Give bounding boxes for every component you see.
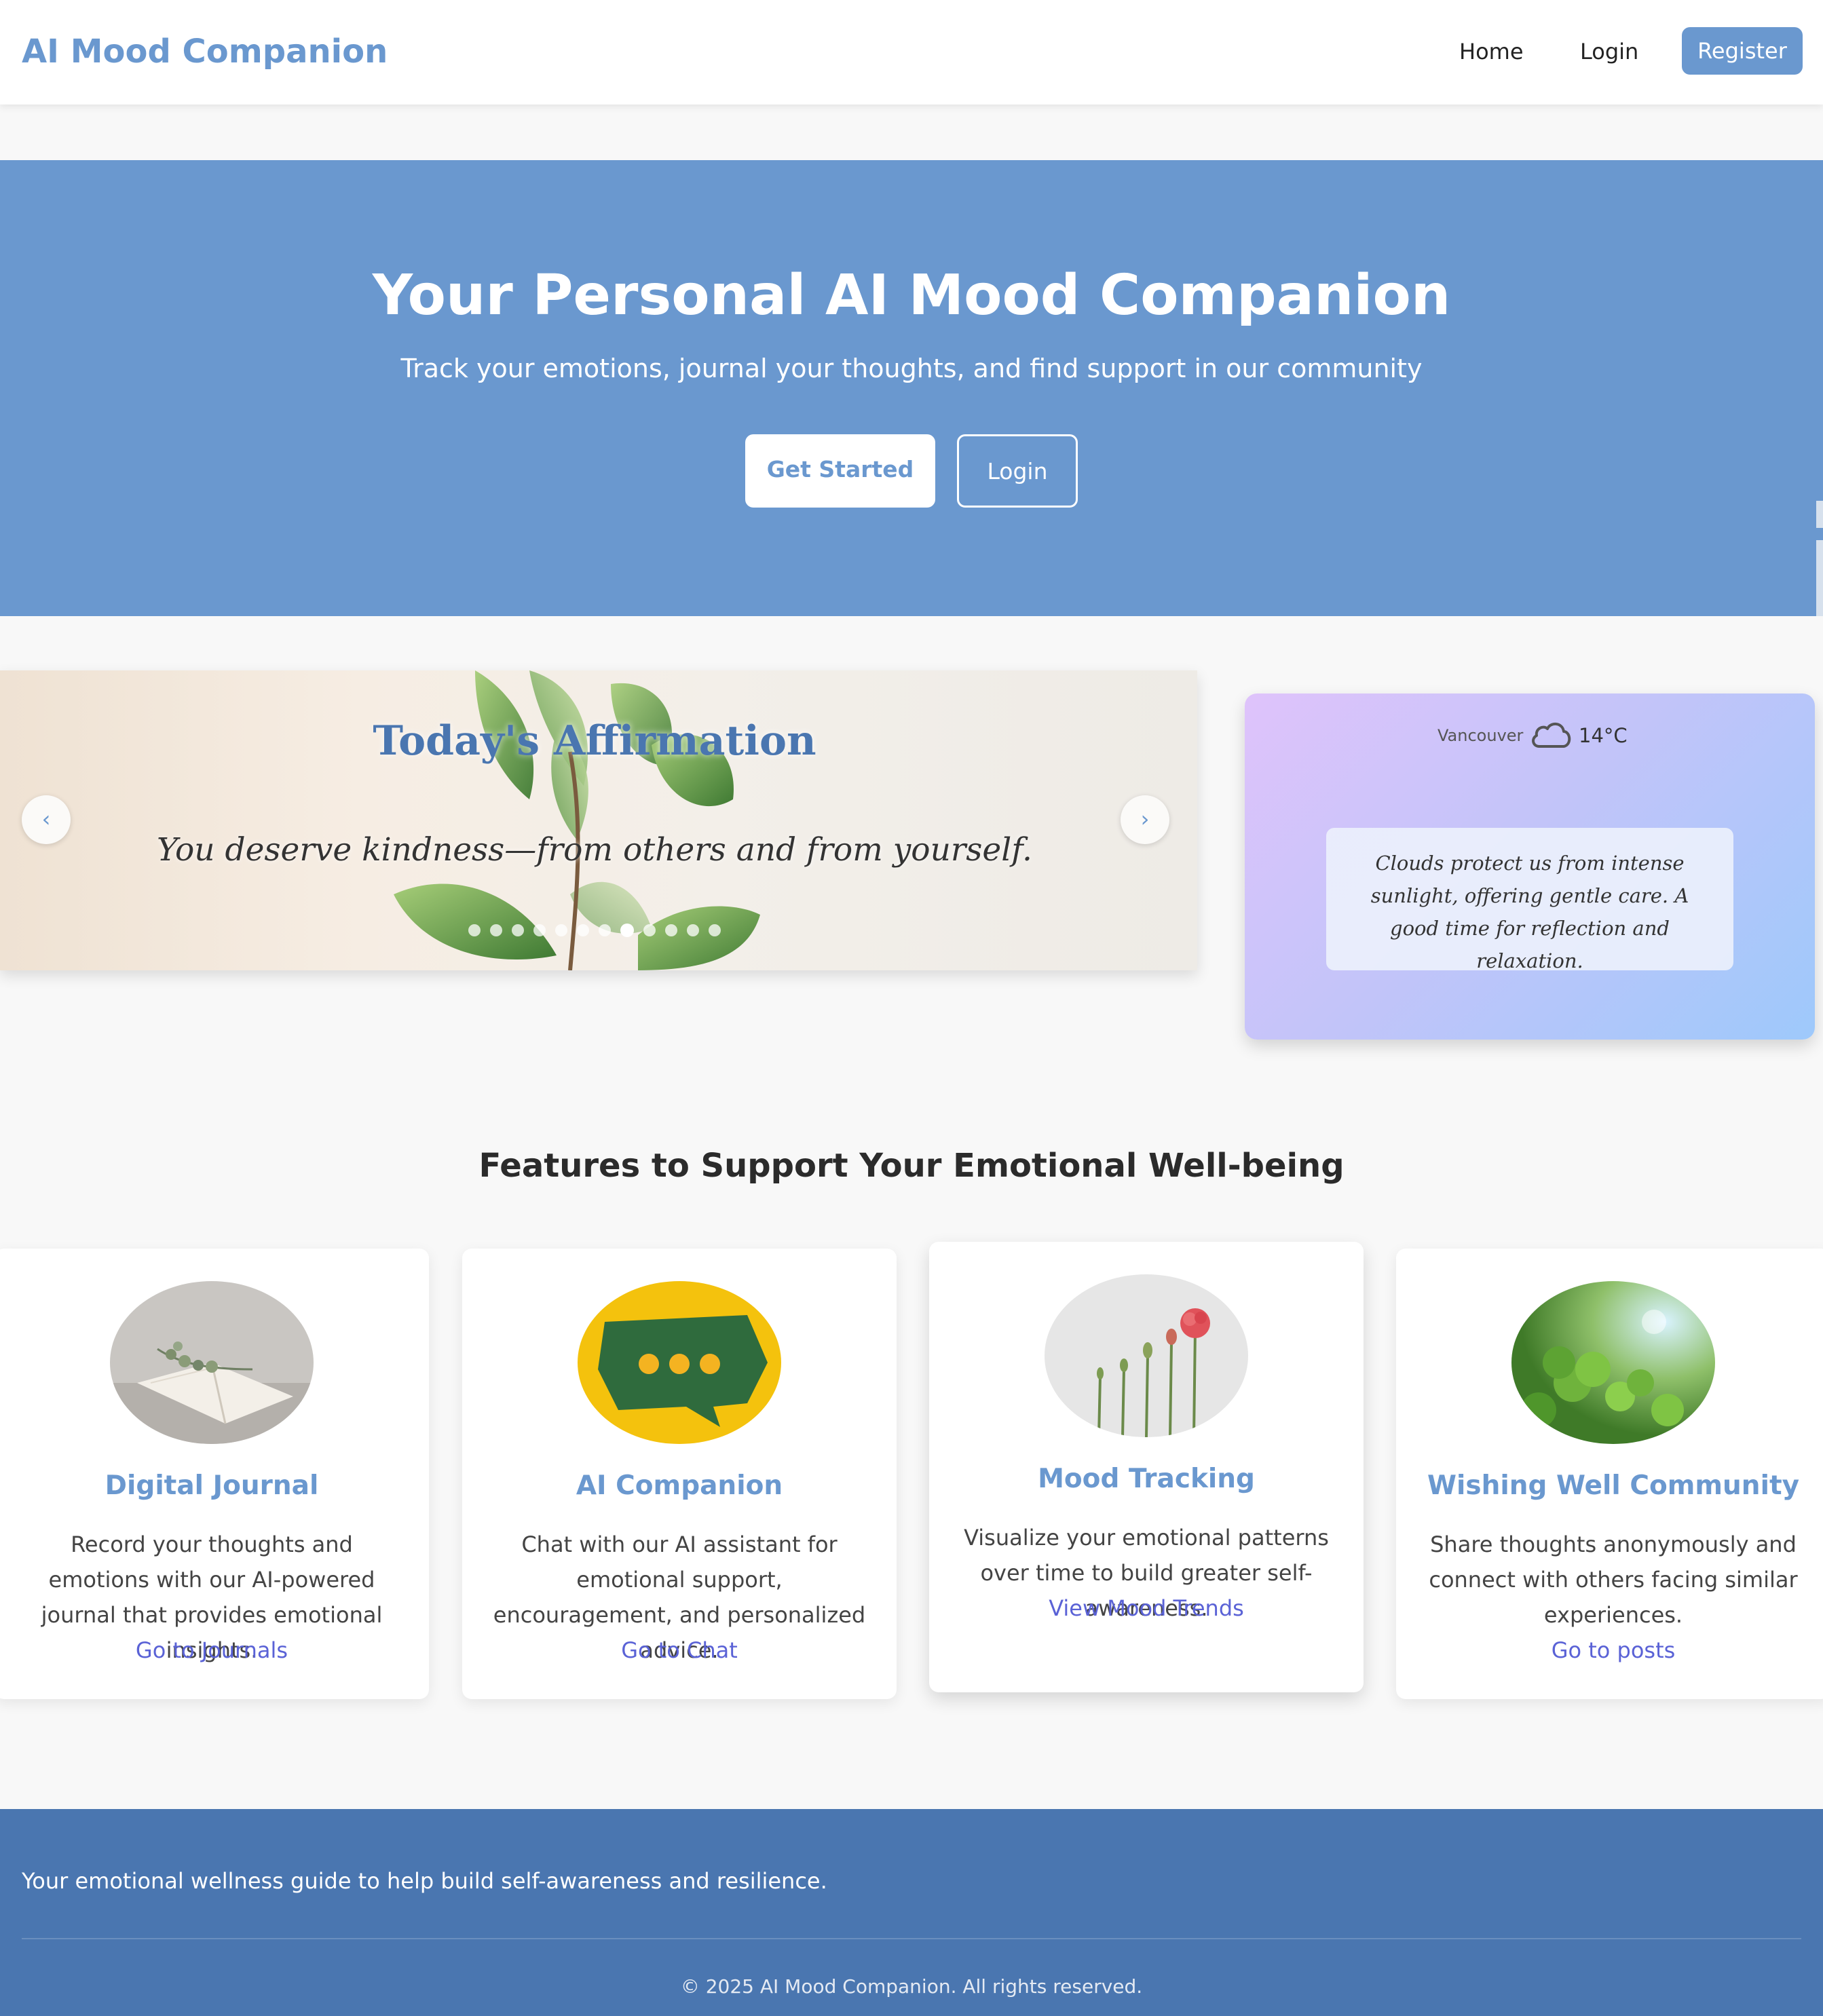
weather-message: Clouds protect us from intense sunlight,…: [1326, 828, 1733, 972]
feature-card-journal: Digital Journal Record your thoughts and…: [0, 1249, 429, 1699]
carousel-next-button[interactable]: ›: [1121, 795, 1169, 844]
go-to-posts-link[interactable]: Go to posts: [1396, 1633, 1823, 1668]
hero-login-button[interactable]: Login: [957, 434, 1078, 508]
carousel-dot[interactable]: [555, 924, 567, 936]
feature-title: Digital Journal: [105, 1470, 319, 1501]
carousel-dot[interactable]: [577, 924, 589, 936]
scroll-edge-marker: [1816, 501, 1823, 528]
weather-card: Vancouver 14°C Clouds protect us from in…: [1245, 693, 1815, 1040]
carousel-dots: [468, 924, 726, 938]
carousel-dot[interactable]: [643, 924, 656, 936]
hero-subtitle: Track your emotions, journal your though…: [400, 354, 1423, 383]
weather-city: Vancouver: [1437, 726, 1524, 745]
hero-section: Your Personal AI Mood Companion Track yo…: [0, 160, 1823, 616]
weather-temperature: 14°C: [1579, 724, 1628, 747]
go-to-journals-link[interactable]: Go to Journals: [0, 1633, 429, 1668]
carousel-dot[interactable]: [687, 924, 699, 936]
get-started-button[interactable]: Get Started: [745, 434, 935, 508]
nav-register-button[interactable]: Register: [1682, 27, 1803, 75]
nav-login-link[interactable]: Login: [1580, 37, 1638, 66]
mood-tracking-image: [1045, 1274, 1248, 1437]
affirmation-title: Today's Affirmation: [373, 717, 816, 765]
feature-card-wishing-well: Wishing Well Community Share thoughts an…: [1396, 1249, 1823, 1699]
brand-logo[interactable]: AI Mood Companion: [22, 30, 388, 73]
carousel-dot[interactable]: [533, 924, 546, 936]
ai-companion-image: [578, 1281, 781, 1444]
feature-title: Mood Tracking: [1038, 1464, 1255, 1494]
hero-title: Your Personal AI Mood Companion: [372, 263, 1451, 328]
feature-description: Share thoughts anonymously and connect w…: [1429, 1532, 1798, 1628]
feature-title: AI Companion: [576, 1470, 783, 1501]
carousel-dot[interactable]: [665, 924, 677, 936]
journal-image: [110, 1281, 314, 1444]
navbar: AI Mood Companion Home Login Register: [0, 0, 1823, 104]
carousel-prev-button[interactable]: ‹: [22, 795, 71, 844]
features-heading: Features to Support Your Emotional Well-…: [478, 1147, 1345, 1185]
carousel-dot[interactable]: [512, 924, 524, 936]
scroll-edge-marker: [1816, 540, 1823, 616]
wishing-well-image: [1511, 1281, 1715, 1444]
feature-title: Wishing Well Community: [1427, 1470, 1800, 1501]
footer-copyright: © 2025 AI Mood Companion. All rights res…: [680, 1975, 1143, 1998]
carousel-dot[interactable]: [620, 924, 634, 937]
footer-divider: [22, 1938, 1801, 1939]
cloud-icon: [1532, 723, 1571, 748]
carousel-dot[interactable]: [599, 924, 611, 936]
go-to-chat-link[interactable]: Go to Chat: [462, 1633, 897, 1668]
affirmation-quote: You deserve kindness—from others and fro…: [157, 831, 1032, 869]
carousel-dot[interactable]: [490, 924, 502, 936]
nav-home-link[interactable]: Home: [1459, 37, 1524, 66]
footer-tagline: Your emotional wellness guide to help bu…: [22, 1868, 827, 1894]
feature-card-ai-companion: AI Companion Chat with our AI assistant …: [462, 1249, 897, 1699]
carousel-dot[interactable]: [468, 924, 481, 936]
view-mood-trends-link[interactable]: View Mood Trends: [929, 1591, 1364, 1626]
carousel-dot[interactable]: [709, 924, 721, 936]
feature-card-mood-tracking: Mood Tracking Visualize your emotional p…: [929, 1242, 1364, 1692]
footer: Your emotional wellness guide to help bu…: [0, 1809, 1823, 2016]
affirmation-carousel: Today's Affirmation You deserve kindness…: [0, 670, 1197, 970]
